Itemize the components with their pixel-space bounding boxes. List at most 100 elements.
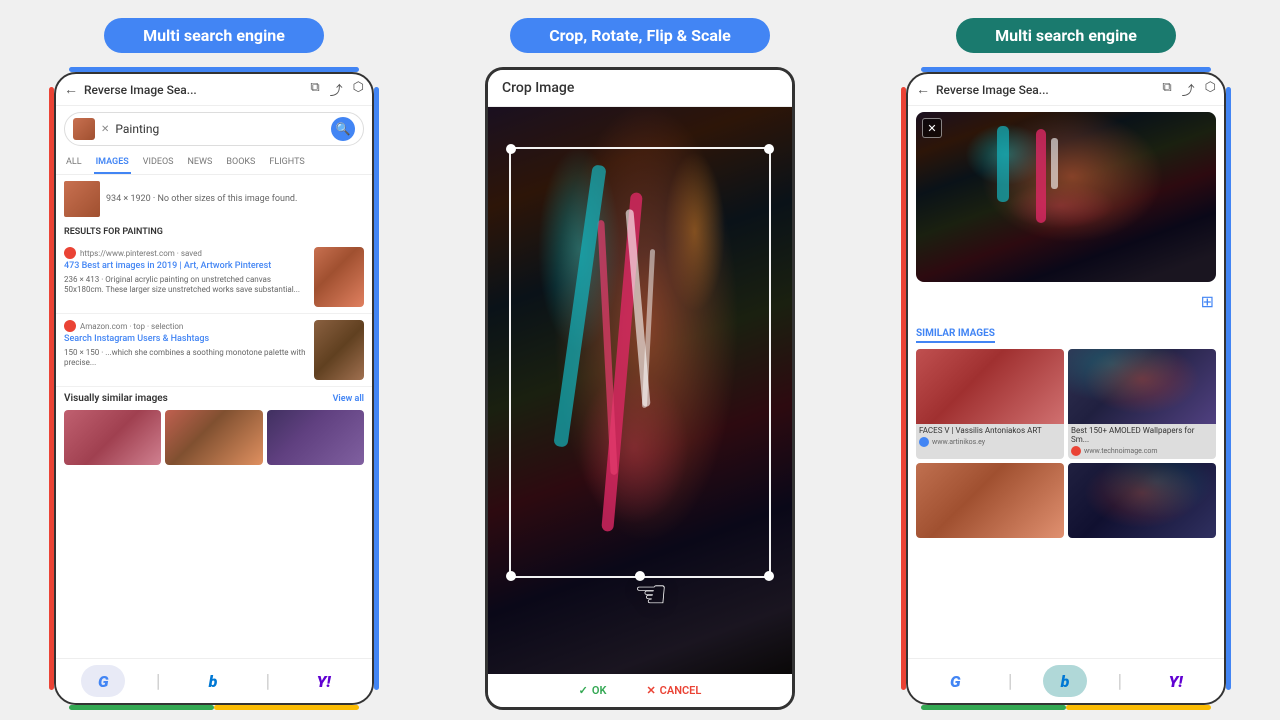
view-all-1[interactable]: View all (333, 394, 364, 404)
search-clear-1[interactable]: ✕ (101, 124, 109, 135)
right-border-blue-3 (1226, 87, 1231, 690)
result-item-2[interactable]: Amazon.com · top · selection Search Inst… (56, 314, 372, 387)
back-arrow-3[interactable]: ← (916, 81, 930, 98)
close-image-btn-3[interactable]: ✕ (922, 118, 942, 138)
google-engine-btn-1[interactable]: G (81, 665, 125, 697)
tab-videos[interactable]: VIDEOS (141, 152, 176, 174)
main-img-colors-3 (916, 112, 1216, 282)
tab-all[interactable]: ALL (64, 152, 84, 174)
right-border-blue (374, 87, 379, 690)
search-text-1[interactable]: Painting (115, 122, 325, 136)
screen-title-1: Reverse Image Sea... (84, 83, 304, 97)
panel1-badge: Multi search engine (104, 18, 324, 53)
sim-site-text-1: www.artinikos.ey (932, 438, 985, 446)
separator-3b: | (1118, 671, 1122, 692)
similar-thumb-3 (267, 410, 364, 465)
left-border-red-3 (901, 87, 906, 690)
yahoo-icon-1: Y! (317, 672, 331, 691)
sim-img-2 (1068, 349, 1216, 424)
sim-caption-2: Best 150+ AMOLED Wallpapers for Sm... (1068, 424, 1216, 446)
sim-img-3 (916, 463, 1064, 538)
tab-books[interactable]: BOOKS (224, 152, 257, 174)
screen-title-3: Reverse Image Sea... (936, 83, 1156, 97)
copy-icon-3[interactable]: ⧉ (1162, 80, 1171, 99)
image-info-1: 934 × 1920 · No other sizes of this imag… (56, 175, 372, 223)
focus-icon-3[interactable]: ⊞ (1201, 292, 1214, 311)
bing-icon-1: b (209, 672, 218, 691)
sim-site-text-2: www.technoimage.com (1084, 447, 1158, 455)
separator-1a: | (156, 671, 160, 692)
crop-corner-tl[interactable] (506, 144, 516, 154)
crop-corner-br[interactable] (764, 571, 774, 581)
share-icon-3[interactable]: ⤴ (1182, 80, 1195, 99)
back-arrow-1[interactable]: ← (64, 81, 78, 98)
topbar-icons-3: ⧉ ⤴ ⬡ (1162, 80, 1216, 99)
external-icon-3[interactable]: ⬡ (1205, 80, 1216, 99)
similar-grid-3: FACES V | Vassilis Antoniakos ART www.ar… (916, 349, 1216, 538)
bottom-border-green (69, 705, 214, 710)
sim-caption-1: FACES V | Vassilis Antoniakos ART (916, 424, 1064, 437)
tabs-row-1: ALL IMAGES VIDEOS NEWS BOOKS FLIGHTS (56, 152, 372, 175)
phone-frame-3: ← Reverse Image Sea... ⧉ ⤴ ⬡ ✕ (901, 67, 1231, 710)
google-icon-1: G (98, 672, 109, 691)
result-site-2: Amazon.com · top · selection (64, 320, 306, 332)
result-desc-2: 150 × 150 · ...which she combines a soot… (64, 348, 306, 369)
sim-site-icon-2 (1071, 446, 1081, 456)
crop-header: Crop Image (488, 70, 792, 107)
site-icon-2 (64, 320, 76, 332)
crop-ok-button[interactable]: ✓ OK (579, 684, 607, 697)
result-thumb-1 (314, 247, 364, 307)
searchbar-1: ✕ Painting 🔍 (64, 112, 364, 146)
google-icon-3: G (950, 672, 961, 691)
bing-engine-btn-3[interactable]: b (1043, 665, 1087, 697)
result-item-1[interactable]: https://www.pinterest.com · saved 473 Be… (56, 241, 372, 314)
search-thumb-1 (73, 118, 95, 140)
separator-1b: | (266, 671, 270, 692)
result-desc-1: 236 × 413 · Original acrylic painting on… (64, 275, 306, 296)
result-site-1: https://www.pinterest.com · saved (64, 247, 306, 259)
topbar-3: ← Reverse Image Sea... ⧉ ⤴ ⬡ (908, 74, 1224, 106)
similar-images-label-3: SIMILAR IMAGES (916, 328, 995, 343)
result-thumb-2 (314, 320, 364, 380)
similar-label-1: Visually similar images (64, 393, 168, 404)
results-label-1: RESULTS FOR PAINTING (56, 223, 372, 241)
sim-item-4[interactable] (1068, 463, 1216, 538)
phone-screen-3: ← Reverse Image Sea... ⧉ ⤴ ⬡ ✕ (906, 72, 1226, 705)
google-engine-btn-3[interactable]: G (933, 665, 977, 697)
topbar-icons-1: ⧉ ⤴ ⬡ (310, 80, 364, 99)
sim-item-3[interactable] (916, 463, 1064, 538)
yahoo-engine-btn-1[interactable]: Y! (301, 665, 347, 697)
bottom-bar-3: G | b | Y! (908, 658, 1224, 703)
crop-corner-bl[interactable] (506, 571, 516, 581)
tab-news[interactable]: NEWS (186, 152, 215, 174)
crop-bottom-bar: ✓ OK ✕ CANCEL (488, 674, 792, 707)
crop-corner-tr[interactable] (764, 144, 774, 154)
panel-3: Multi search engine ← Reverse Image Sea.… (853, 0, 1279, 720)
crop-cancel-button[interactable]: ✕ CANCEL (646, 684, 701, 697)
tab-flights[interactable]: FLIGHTS (267, 152, 306, 174)
cancel-label: CANCEL (660, 684, 702, 697)
sim-item-1[interactable]: FACES V | Vassilis Antoniakos ART www.ar… (916, 349, 1064, 459)
phone-screen-1: ← Reverse Image Sea... ⧉ ⤴ ⬡ ✕ Painting … (54, 72, 374, 705)
sim-site-1: www.artinikos.ey (916, 437, 1064, 450)
external-icon-1[interactable]: ⬡ (353, 80, 364, 99)
panel2-badge: Crop, Rotate, Flip & Scale (510, 18, 770, 53)
result-title-1: 473 Best art images in 2019 | Art, Artwo… (64, 261, 306, 273)
sim-item-2[interactable]: Best 150+ AMOLED Wallpapers for Sm... ww… (1068, 349, 1216, 459)
ok-label: OK (592, 684, 607, 697)
yahoo-icon-3: Y! (1169, 672, 1183, 691)
tab-images[interactable]: IMAGES (94, 152, 131, 174)
search-button-1[interactable]: 🔍 (331, 117, 355, 141)
panel-1: Multi search engine ← Reverse Image Sea.… (1, 0, 427, 720)
bing-engine-btn-1[interactable]: b (191, 665, 235, 697)
result-text-2: Amazon.com · top · selection Search Inst… (64, 320, 306, 368)
main-img-white-3 (1051, 138, 1058, 189)
bottom-border-green-3 (921, 705, 1066, 710)
yahoo-engine-btn-3[interactable]: Y! (1153, 665, 1199, 697)
sim-img-4 (1068, 463, 1216, 538)
checkmark-icon: ✓ (579, 684, 588, 697)
bing-icon-3: b (1061, 672, 1070, 691)
share-icon-1[interactable]: ⤴ (330, 80, 343, 99)
crop-overlay (509, 147, 770, 578)
copy-icon-1[interactable]: ⧉ (310, 80, 319, 99)
